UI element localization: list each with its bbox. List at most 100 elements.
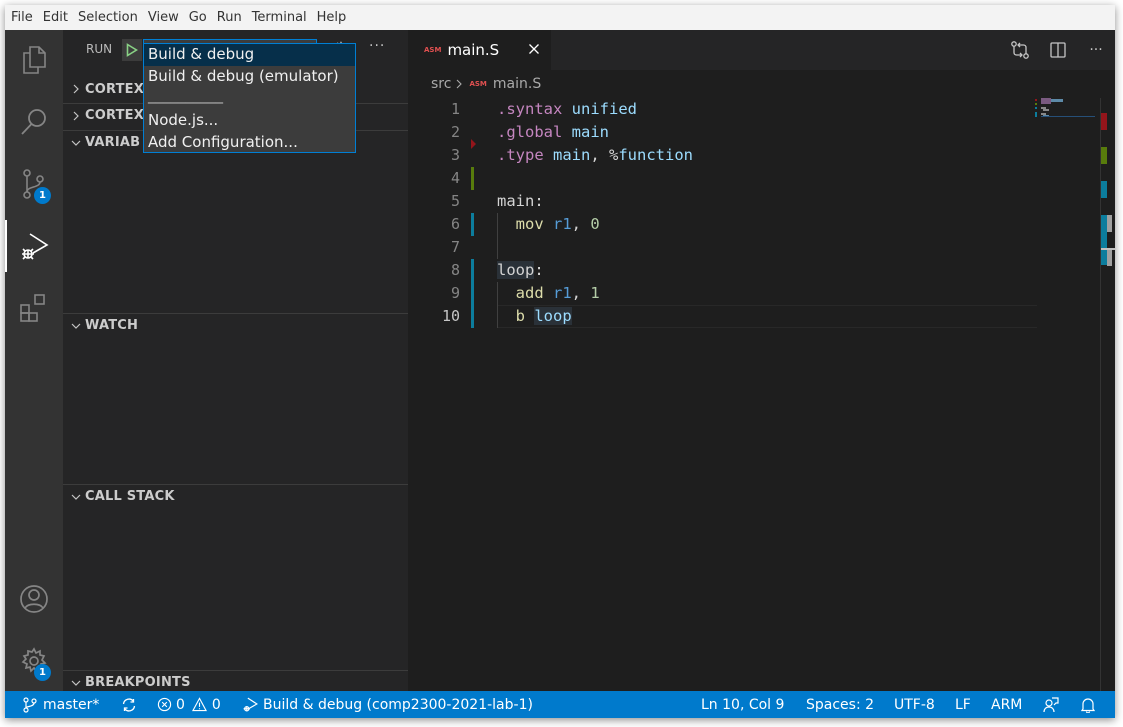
menu-terminal[interactable]: Terminal — [247, 5, 312, 30]
status-debug-config[interactable]: Build & debug (comp2300-2021-lab-1) — [242, 691, 533, 718]
editor-scrollbar[interactable] — [1100, 98, 1115, 691]
open-changes-button[interactable] — [1001, 30, 1039, 70]
breadcrumb-file[interactable]: main.S — [493, 76, 541, 92]
dropdown-option-nodejs[interactable]: Node.js... — [144, 110, 355, 132]
menu-file[interactable]: File — [6, 5, 38, 30]
feedback-button[interactable] — [1043, 691, 1059, 718]
tab-bar: ASM main.S ··· — [408, 30, 1115, 70]
code-token: unified — [571, 100, 637, 118]
search-icon — [21, 109, 46, 135]
code-token: .global — [497, 123, 572, 141]
code-text: .syntax unified — [497, 98, 637, 121]
code-line[interactable]: 2 .global main — [408, 121, 1115, 144]
tab-label: main.S — [447, 41, 500, 59]
line-number: 10 — [441, 307, 460, 325]
code-line[interactable]: 1 .syntax unified — [408, 98, 1115, 121]
code-line[interactable]: 3 .type main, %function — [408, 144, 1115, 167]
overview-added-marker — [1101, 147, 1107, 164]
breadcrumb-folder[interactable]: src — [431, 76, 451, 92]
end-of-line[interactable]: LF — [955, 691, 971, 718]
code-token: b — [497, 307, 535, 325]
code-text: mov r1, 0 — [497, 213, 600, 236]
menu-selection[interactable]: Selection — [73, 5, 143, 30]
code-line[interactable]: 5 main: — [408, 190, 1115, 213]
indent-guide — [497, 213, 498, 259]
code-line[interactable]: 8 loop: — [408, 259, 1115, 282]
sync-icon — [122, 697, 136, 712]
encoding[interactable]: UTF-8 — [894, 691, 935, 718]
code-token: : — [534, 261, 544, 279]
branch-name: master* — [43, 696, 100, 713]
problems-indicator[interactable]: 0 0 — [157, 691, 221, 718]
gutter-change-marker[interactable] — [471, 167, 474, 190]
code-text: loop: — [497, 259, 544, 282]
close-icon[interactable] — [526, 41, 542, 57]
chevron-right-icon — [457, 79, 463, 89]
chevron-down-icon — [71, 494, 81, 500]
activity-explorer[interactable] — [5, 34, 63, 86]
more-actions-button[interactable]: ··· — [369, 38, 385, 54]
start-debugging-button[interactable] — [122, 39, 142, 61]
current-line-highlight — [497, 305, 1037, 328]
menu-edit[interactable]: Edit — [38, 5, 73, 30]
gutter-change-marker[interactable] — [471, 282, 474, 305]
code-text: b loop — [497, 305, 572, 328]
code-token: , % — [590, 146, 619, 164]
activity-extensions[interactable] — [5, 282, 63, 334]
menu-go[interactable]: Go — [184, 5, 212, 30]
indentation[interactable]: Spaces: 2 — [806, 691, 874, 718]
code-line[interactable]: 10 b loop — [408, 305, 1115, 328]
editor-more-actions-button[interactable]: ··· — [1077, 30, 1115, 70]
split-editor-icon — [1050, 42, 1066, 58]
section-call-stack[interactable]: CALL STACK — [63, 484, 408, 508]
dropdown-option-build-debug-emulator[interactable]: Build & debug (emulator) — [144, 66, 355, 88]
cursor-position[interactable]: Ln 10, Col 9 — [701, 691, 784, 718]
code-token: function — [618, 146, 693, 164]
section-title: CALL STACK — [85, 489, 175, 504]
code-line[interactable]: 6 mov r1, 0 — [408, 213, 1115, 236]
error-count: 0 — [176, 696, 185, 713]
menu-view[interactable]: View — [143, 5, 184, 30]
manage-badge: 1 — [34, 664, 51, 681]
asm-file-icon: ASM — [469, 80, 487, 88]
code-line[interactable]: 9 add r1, 1 — [408, 282, 1115, 305]
compare-changes-icon — [1011, 41, 1029, 59]
menu-run[interactable]: Run — [212, 5, 247, 30]
dropdown-option-build-debug[interactable]: Build & debug — [144, 44, 355, 66]
activity-source-control[interactable]: 1 — [5, 158, 63, 210]
dropdown-option-add-configuration[interactable]: Add Configuration... — [144, 132, 355, 154]
gutter-deleted-marker[interactable] — [471, 139, 476, 149]
gutter-change-marker[interactable] — [471, 213, 474, 236]
sync-button[interactable] — [121, 691, 137, 718]
language-mode[interactable]: ARM — [991, 691, 1022, 718]
code-token: , — [571, 215, 591, 233]
activity-search[interactable] — [5, 96, 63, 148]
activity-accounts[interactable] — [5, 573, 63, 625]
chevron-right-icon — [73, 84, 79, 94]
section-watch[interactable]: WATCH — [63, 313, 408, 337]
split-editor-button[interactable] — [1039, 30, 1077, 70]
activity-run-debug[interactable] — [5, 220, 63, 272]
status-bar: master* 0 0 Build & debug (comp2300-2021… — [5, 691, 1115, 718]
section-title: VARIAB — [85, 135, 141, 150]
code-token: .syntax — [497, 100, 572, 118]
activity-bar: 1 1 — [5, 30, 63, 691]
line-number: 9 — [450, 284, 460, 302]
git-branch-icon — [23, 696, 37, 713]
code-token: main: — [497, 192, 544, 210]
notifications-button[interactable] — [1080, 691, 1096, 718]
gutter-change-marker[interactable] — [471, 259, 474, 282]
code-line[interactable]: 4 — [408, 167, 1115, 190]
code-text: add r1, 1 — [497, 282, 600, 305]
debug-icon — [243, 697, 258, 712]
overview-selection-marker — [1107, 215, 1112, 232]
tab-main-s[interactable]: ASM main.S — [408, 30, 551, 70]
bell-icon — [1080, 697, 1096, 713]
gutter-change-marker[interactable] — [471, 305, 474, 328]
code-line[interactable]: 7 — [408, 236, 1115, 259]
activity-manage[interactable]: 1 — [5, 635, 63, 687]
status-branch[interactable]: master* — [23, 691, 99, 718]
code-token: main — [553, 146, 591, 164]
minimap[interactable] — [1035, 98, 1095, 138]
menu-help[interactable]: Help — [312, 5, 352, 30]
